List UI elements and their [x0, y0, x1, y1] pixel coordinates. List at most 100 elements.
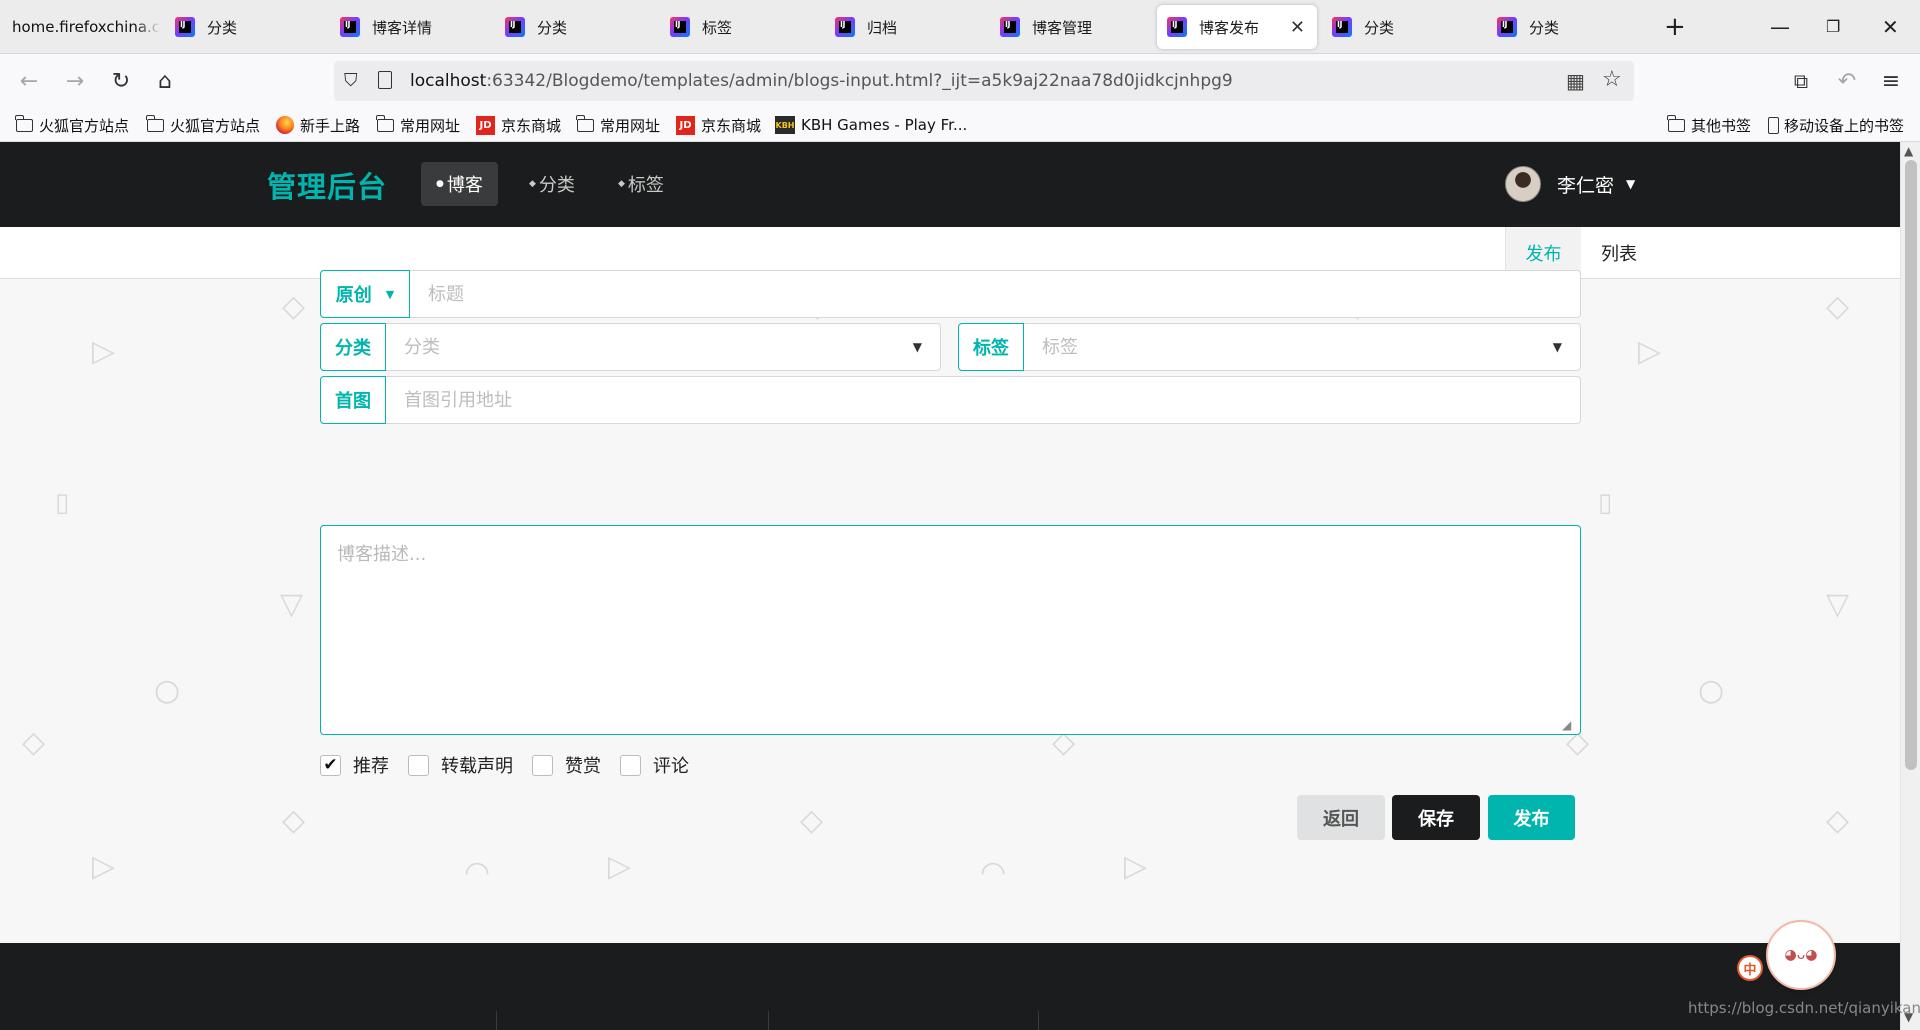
intellij-icon [1497, 17, 1517, 37]
publish-button[interactable]: 发布 [1488, 795, 1575, 840]
kbh-icon: KBH [775, 116, 795, 134]
restore-icon[interactable]: ❐ [1826, 12, 1840, 42]
intellij-icon [835, 17, 855, 37]
close-icon[interactable]: ✕ [1290, 17, 1305, 38]
screenshot-icon[interactable]: ⧉ [1786, 66, 1816, 96]
divider [496, 1011, 497, 1030]
title-input[interactable] [410, 271, 1580, 317]
category-select[interactable] [386, 324, 913, 370]
intellij-icon [1000, 17, 1020, 37]
resize-handle-icon[interactable]: ◢ [1562, 718, 1571, 732]
tag-select[interactable] [1024, 324, 1553, 370]
qr-code-icon[interactable]: ▦ [1566, 69, 1585, 93]
type-dropdown[interactable]: 原创 ▼ [320, 270, 410, 318]
bookmark-item[interactable]: 移动设备上的书签 [1768, 113, 1904, 137]
save-button[interactable]: 保存 [1392, 795, 1480, 840]
menu-icon[interactable]: ≡ [1876, 66, 1906, 96]
mascot-widget[interactable]: ◕ᴗ◕ [1766, 920, 1836, 990]
intellij-icon [1332, 17, 1352, 37]
triangle-icon: ▷ [1638, 334, 1662, 369]
bookmark-item[interactable]: 常用网址 [376, 113, 460, 137]
browser-tab[interactable]: 分类 [1322, 5, 1482, 49]
browser-tab[interactable]: home.firefoxchina.c [0, 5, 160, 49]
cover-url-input[interactable] [386, 377, 1580, 423]
tab-label: 分类 [1364, 18, 1395, 37]
reload-icon[interactable]: ↻ [106, 66, 136, 96]
tag-label: 标签 [958, 323, 1024, 371]
tab-label: 分类 [207, 18, 238, 37]
intellij-icon [340, 17, 360, 37]
recommend-checkbox[interactable]: ✔ [320, 754, 341, 776]
bookmark-label: 新手上路 [300, 116, 361, 135]
nav-item-category[interactable]: ◆ 分类 [514, 162, 590, 206]
forward-arrow-icon[interactable]: → [60, 66, 90, 96]
scroll-up-icon[interactable]: ▲ [1904, 144, 1913, 158]
description-textarea[interactable] [320, 525, 1581, 735]
triangle-down-icon: ▽ [1826, 587, 1850, 622]
diamond-icon: ◇ [282, 289, 306, 324]
user-menu[interactable]: 李仁密 ▼ [1505, 166, 1635, 202]
avatar [1505, 166, 1541, 202]
appreciate-checkbox[interactable] [532, 754, 553, 776]
browser-tab[interactable]: 标签 [660, 5, 820, 49]
idea-icon: ◆ [529, 179, 536, 189]
star-icon[interactable]: ☆ [1602, 67, 1622, 92]
comment-checkbox[interactable] [620, 754, 641, 776]
tab-list[interactable]: 列表 [1581, 227, 1657, 279]
browser-tab[interactable]: 分类 [1487, 5, 1647, 49]
tab-label: 分类 [537, 18, 568, 37]
arc-icon: ◠ [464, 855, 491, 890]
scrollbar-thumb[interactable] [1905, 160, 1917, 770]
nav-label: 分类 [538, 175, 575, 196]
window-close-icon[interactable]: ✕ [1882, 12, 1899, 42]
browser-tab[interactable]: 博客详情 [330, 5, 490, 49]
new-tab-icon[interactable]: + [1664, 12, 1686, 42]
jd-icon: JD [676, 115, 695, 135]
firefox-icon [276, 116, 294, 134]
nav-item-blog[interactable]: ● 博客 [421, 162, 498, 206]
cover-field: 首图 [320, 376, 1581, 424]
bookmark-item[interactable]: 其他书签 [1667, 113, 1752, 137]
brand-title[interactable]: 管理后台 [267, 164, 387, 206]
intellij-icon [1167, 17, 1187, 37]
bookmark-item[interactable]: 常用网址 [576, 113, 660, 137]
home-icon[interactable]: ⌂ [150, 66, 180, 96]
triangle-down-icon: ▽ [280, 587, 304, 622]
diamond-icon: ◇ [1826, 803, 1850, 838]
chevron-down-icon: ▼ [912, 340, 922, 354]
back-arrow-icon[interactable]: ← [14, 66, 44, 96]
bookmark-item[interactable]: 火狐官方站点 [15, 113, 129, 137]
bookmark-item[interactable]: JD 京东商城 [476, 113, 561, 137]
folder-icon [146, 114, 164, 132]
url-host: localhost [410, 71, 487, 91]
nav-item-tag[interactable]: ◆ 标签 [603, 162, 679, 206]
arc-icon: ◠ [980, 855, 1007, 890]
shield-icon[interactable]: ⛉ [344, 70, 358, 91]
browser-tab-active[interactable]: 博客发布 ✕ [1157, 5, 1317, 49]
minimize-icon[interactable]: — [1770, 12, 1790, 42]
page-scrollbar[interactable]: ▲ ▼ [1900, 142, 1920, 1030]
bookmark-item[interactable]: 火狐官方站点 [146, 113, 260, 137]
browser-tab[interactable]: 分类 [165, 5, 325, 49]
repost-checkbox[interactable] [408, 754, 429, 776]
bookmark-label: 其他书签 [1691, 116, 1752, 135]
category-field[interactable]: 分类 ▼ [320, 323, 941, 371]
address-bar[interactable]: ⛉ localhost:63342/Blogdemo/templates/adm… [334, 61, 1634, 101]
browser-tab[interactable]: 分类 [495, 5, 655, 49]
browser-tab[interactable]: 博客管理 [990, 5, 1150, 49]
bookmark-item[interactable]: KBH KBH Games - Play Fr... [775, 113, 967, 137]
chevron-down-icon: ▼ [1626, 177, 1636, 191]
home-icon: ● [436, 179, 444, 189]
undo-icon[interactable]: ↶ [1832, 66, 1862, 96]
browser-tab[interactable]: 归档 [825, 5, 985, 49]
tab-label: 博客发布 [1199, 18, 1260, 37]
bookmark-label: 京东商城 [701, 116, 762, 135]
tag-field[interactable]: 标签 ▼ [958, 323, 1581, 371]
url-text[interactable]: localhost:63342/Blogdemo/templates/admin… [410, 71, 1233, 91]
circle-icon: ○ [1698, 673, 1725, 708]
chevron-down-icon: ▼ [1552, 340, 1562, 354]
back-button[interactable]: 返回 [1297, 795, 1385, 840]
ime-badge[interactable]: 中 [1737, 955, 1763, 981]
bookmark-item[interactable]: 新手上路 [276, 113, 360, 137]
bookmark-item[interactable]: JD 京东商城 [676, 113, 761, 137]
